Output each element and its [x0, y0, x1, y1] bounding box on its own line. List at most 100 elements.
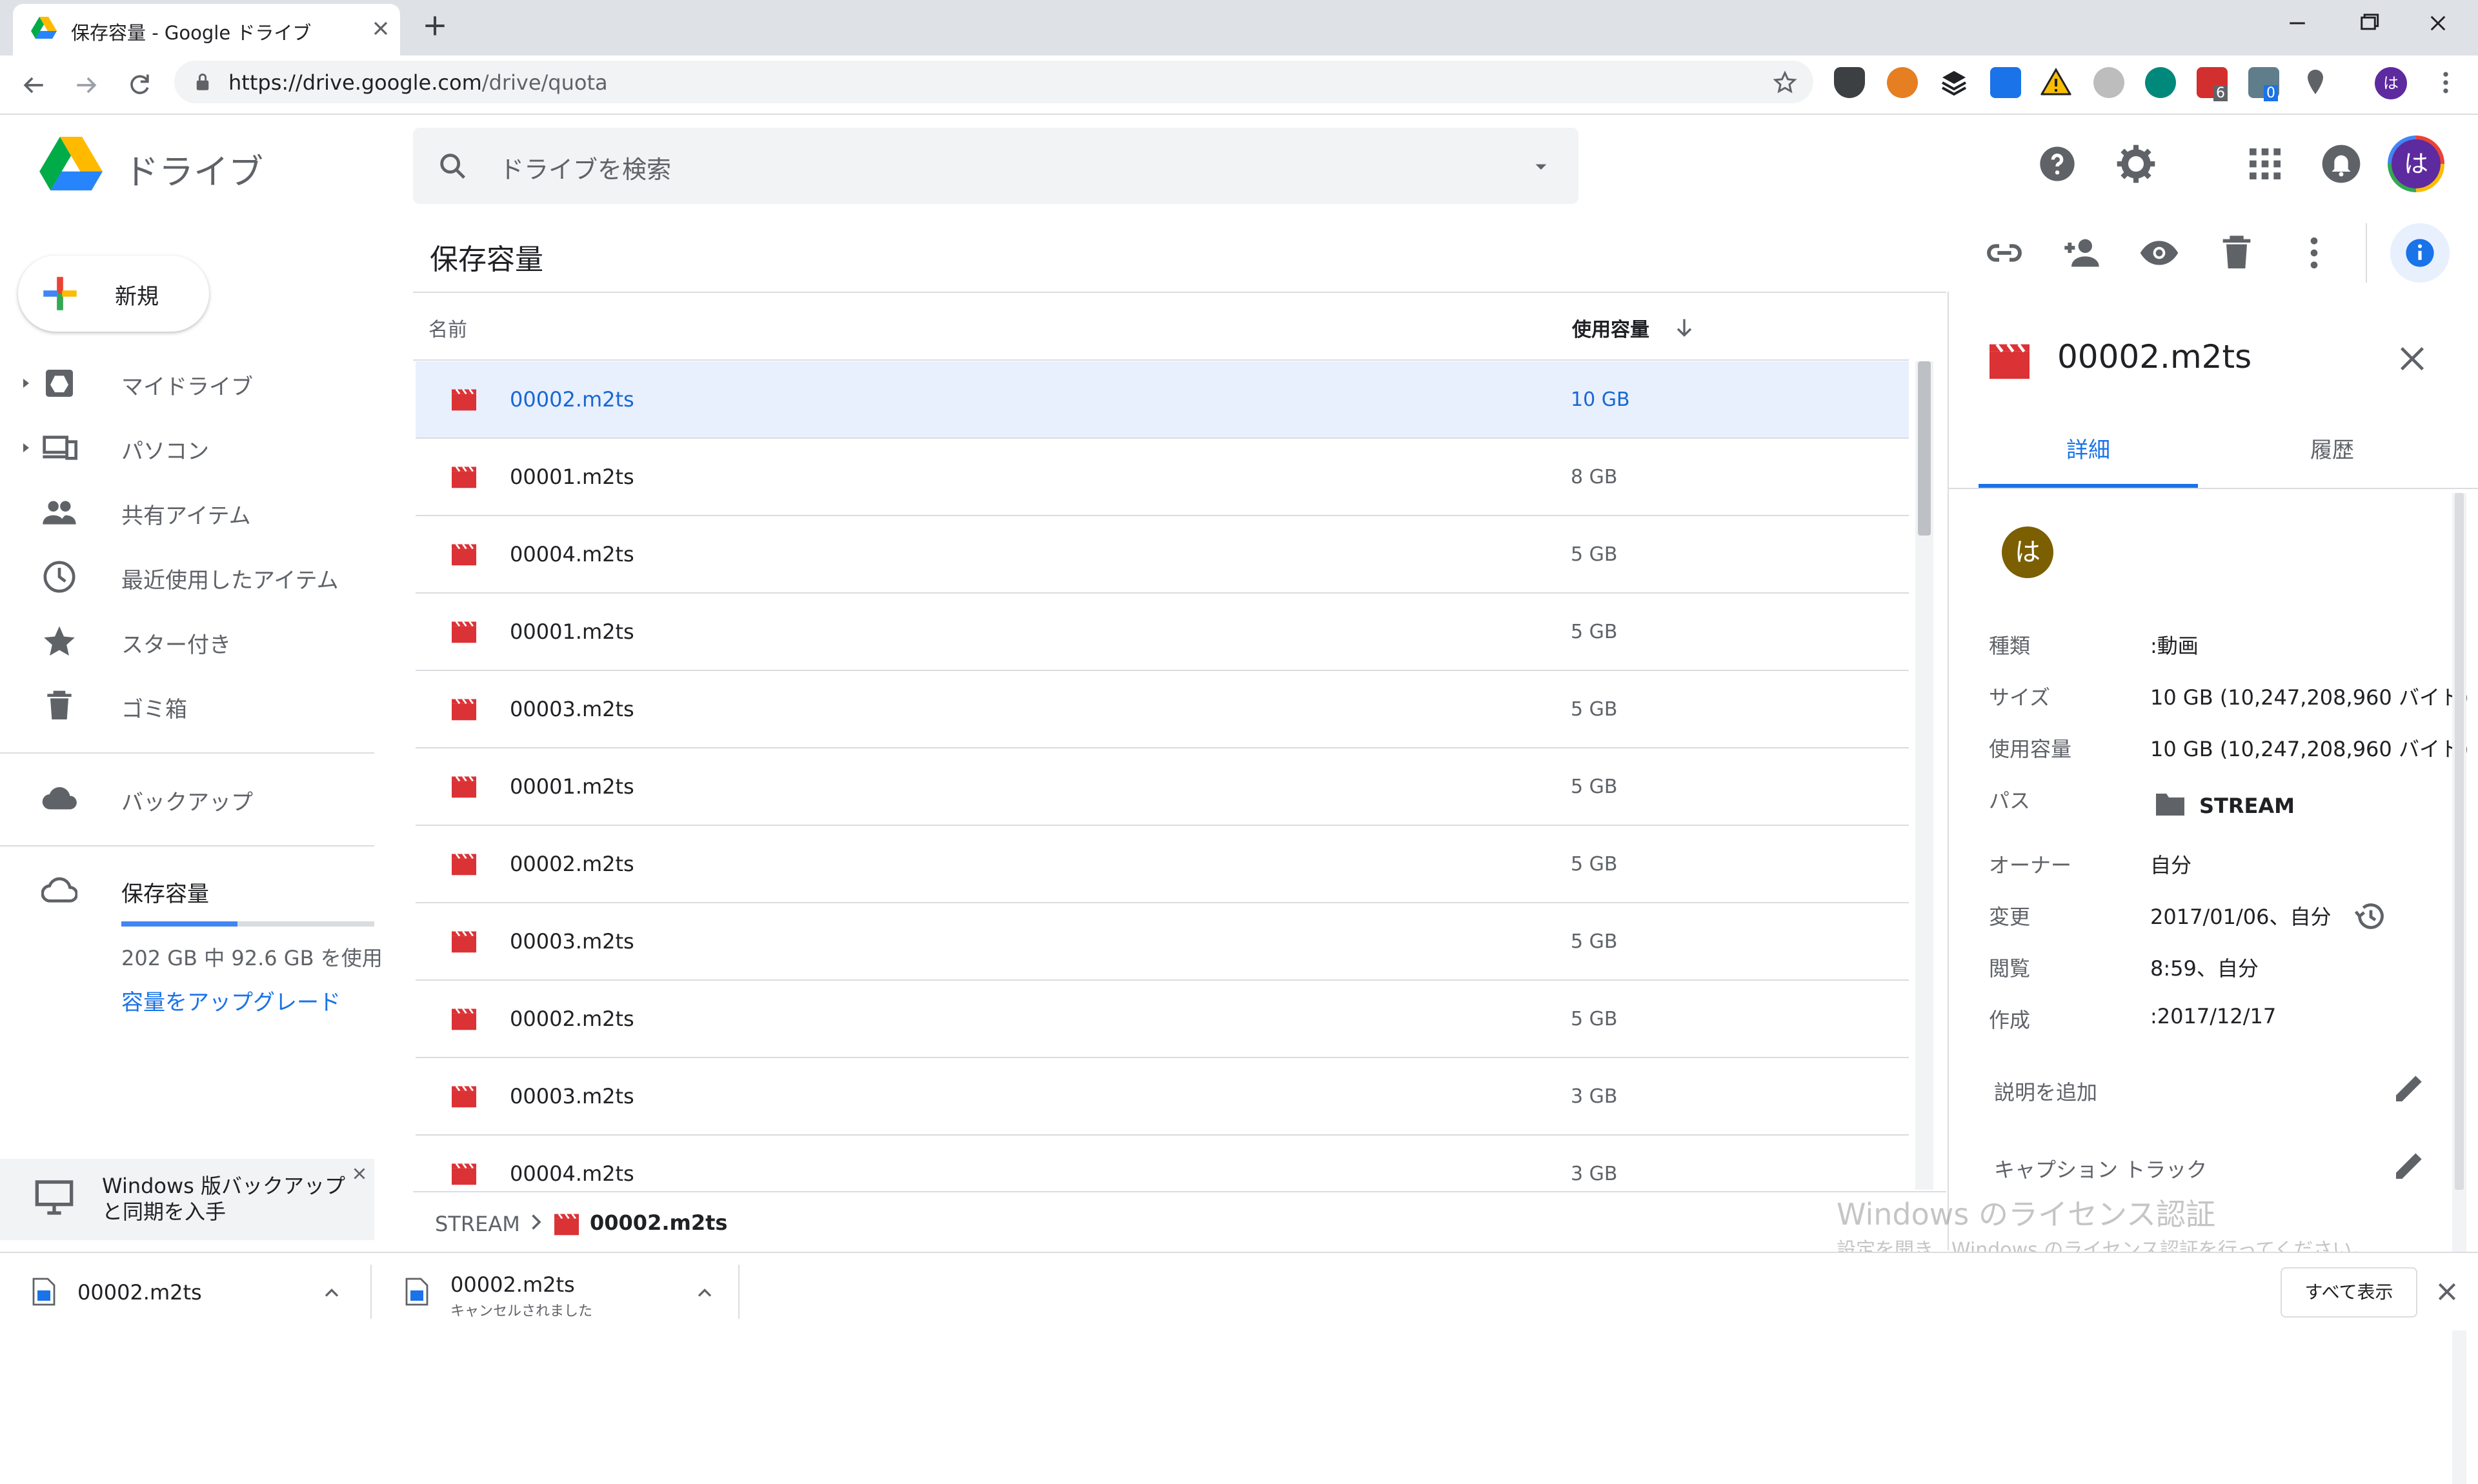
- search-placeholder: ドライブを検索: [499, 155, 672, 184]
- backup-sync-promo[interactable]: Windows 版バックアップ と同期を入手: [0, 1159, 374, 1240]
- get-link-icon[interactable]: [1984, 232, 2025, 274]
- add-description-field[interactable]: 説明を追加: [1994, 1076, 2097, 1106]
- globe-extension-icon[interactable]: [2093, 67, 2124, 98]
- profile-avatar[interactable]: は: [2375, 67, 2407, 99]
- file-storage-used: 5 GB: [1571, 930, 1618, 953]
- pocket-extension-icon[interactable]: [1834, 67, 1865, 98]
- forward-icon[interactable]: [72, 71, 101, 99]
- window-close-icon[interactable]: [2419, 9, 2457, 37]
- prop-location-value[interactable]: STREAM: [2199, 794, 2295, 818]
- sort-descending-arrow-icon[interactable]: [1671, 315, 1697, 341]
- breadcrumb-current-file[interactable]: 00002.m2ts: [590, 1210, 727, 1235]
- drive-logo-icon[interactable]: [39, 137, 103, 194]
- location-pin-icon[interactable]: [2300, 67, 2331, 98]
- file-row[interactable]: 00003.m2ts 3 GB: [416, 1058, 1909, 1136]
- column-header-storage-used[interactable]: 使用容量: [1572, 314, 1649, 342]
- warning-extension-icon[interactable]: [2040, 67, 2071, 98]
- download-item[interactable]: 00002.m2ts: [0, 1253, 368, 1330]
- sidebar-item-shared[interactable]: 共有アイテム: [0, 481, 374, 543]
- sidebar-item-label: 保存容量: [121, 881, 209, 907]
- plus-icon[interactable]: [421, 12, 449, 40]
- expand-caret-icon[interactable]: [18, 440, 34, 456]
- tab-activity[interactable]: 履歴: [2222, 432, 2442, 464]
- video-file-icon: [450, 697, 478, 721]
- search-icon[interactable]: [436, 150, 470, 183]
- file-name: 00003.m2ts: [510, 929, 634, 954]
- tab-details[interactable]: 詳細: [1979, 432, 2198, 464]
- details-scrollbar-thumb[interactable]: [2455, 493, 2464, 1190]
- show-all-downloads-button[interactable]: すべて表示: [2281, 1267, 2417, 1318]
- more-actions-icon[interactable]: [2293, 232, 2335, 274]
- preview-eye-icon[interactable]: [2139, 232, 2180, 274]
- expand-caret-icon[interactable]: [18, 376, 34, 391]
- trash-icon: [47, 690, 72, 719]
- sidebar-item-computers[interactable]: パソコン: [0, 417, 374, 479]
- owner-avatar[interactable]: は: [2002, 526, 2053, 578]
- share-add-person-icon[interactable]: [2061, 232, 2102, 274]
- account-avatar[interactable]: は: [2388, 135, 2444, 192]
- file-row[interactable]: 00002.m2ts 5 GB: [416, 981, 1909, 1058]
- caption-tracks-field[interactable]: キャプション トラック: [1994, 1154, 2207, 1183]
- sidebar-item-recent[interactable]: 最近使用したアイテム: [0, 546, 374, 608]
- browser-tab[interactable]: 保存容量 - Google ドライブ: [13, 4, 400, 55]
- edit-pencil-icon[interactable]: [2392, 1147, 2428, 1183]
- file-row[interactable]: 00001.m2ts 8 GB: [416, 439, 1909, 516]
- file-row[interactable]: 00003.m2ts 5 GB: [416, 903, 1909, 981]
- back-icon[interactable]: [19, 71, 48, 99]
- file-row[interactable]: 00003.m2ts 5 GB: [416, 671, 1909, 748]
- file-row[interactable]: 00001.m2ts 5 GB: [416, 594, 1909, 671]
- breadcrumb: STREAM 00002.m2ts: [413, 1191, 1946, 1253]
- remove-trash-icon[interactable]: [2216, 232, 2257, 274]
- details-scrollbar[interactable]: [2452, 493, 2466, 1484]
- prop-opened-label: 閲覧: [1989, 956, 2031, 981]
- restore-icon[interactable]: [2349, 9, 2388, 37]
- sidebar-item-storage[interactable]: 保存容量: [0, 859, 374, 921]
- search-options-icon[interactable]: [1528, 154, 1554, 179]
- version-history-icon[interactable]: [2353, 898, 2389, 934]
- list-scrollbar-thumb[interactable]: [1918, 361, 1931, 536]
- box-extension-icon[interactable]: 0: [2248, 67, 2279, 101]
- layers-extension-icon[interactable]: [1939, 67, 1969, 98]
- tab-close-icon[interactable]: [369, 17, 392, 40]
- chevron-up-icon[interactable]: [693, 1281, 716, 1305]
- search-input[interactable]: ドライブを検索: [413, 128, 1578, 204]
- browser-menu-icon[interactable]: [2432, 68, 2460, 97]
- file-row[interactable]: 00001.m2ts 5 GB: [416, 748, 1909, 826]
- column-header-name[interactable]: 名前: [428, 314, 467, 342]
- minimize-icon[interactable]: [2278, 9, 2317, 37]
- new-button[interactable]: 新規: [18, 256, 209, 332]
- notifications-bell-icon[interactable]: [2321, 143, 2362, 185]
- settings-gear-icon[interactable]: [2115, 143, 2157, 185]
- promo-close-icon[interactable]: [351, 1165, 368, 1182]
- sidebar-item-backup[interactable]: バックアップ: [0, 768, 374, 830]
- bookmark-star-icon[interactable]: [1772, 70, 1798, 95]
- check-extension-icon[interactable]: [1990, 67, 2021, 98]
- file-row[interactable]: 00004.m2ts 5 GB: [416, 516, 1909, 594]
- download-item[interactable]: 00002.m2ts キャンセルされました: [373, 1253, 741, 1330]
- list-scrollbar[interactable]: [1915, 361, 1933, 1190]
- details-toggle-button[interactable]: [2390, 223, 2450, 283]
- apps-grid-icon[interactable]: [2244, 143, 2286, 185]
- file-row[interactable]: 00002.m2ts 5 GB: [416, 826, 1909, 903]
- help-icon[interactable]: [2037, 143, 2078, 185]
- extension-orange-icon[interactable]: [1887, 67, 1918, 98]
- reload-icon[interactable]: [125, 71, 154, 99]
- sidebar-item-starred[interactable]: スター付き: [0, 610, 374, 672]
- video-file-icon: [450, 852, 478, 876]
- upgrade-storage-link[interactable]: 容量をアップグレード: [121, 985, 341, 1016]
- r-extension-icon[interactable]: 6: [2197, 67, 2228, 101]
- address-bar[interactable]: https://drive.google.com/drive/quota: [174, 61, 1813, 103]
- sidebar-item-my-drive[interactable]: マイドライブ: [0, 352, 374, 414]
- file-name: 00001.m2ts: [510, 774, 634, 799]
- file-row[interactable]: 00002.m2ts 10 GB: [416, 361, 1909, 439]
- breadcrumb-parent-folder[interactable]: STREAM: [435, 1212, 520, 1236]
- edit-pencil-icon[interactable]: [2392, 1070, 2428, 1106]
- chevron-up-icon[interactable]: [320, 1281, 343, 1305]
- close-icon[interactable]: [2394, 341, 2430, 377]
- prop-owner-value: 自分: [2150, 853, 2192, 877]
- m-extension-icon[interactable]: [2145, 67, 2176, 98]
- close-download-shelf-icon[interactable]: [2434, 1279, 2460, 1305]
- sidebar-item-trash[interactable]: ゴミ箱: [0, 675, 374, 737]
- prop-size-value: 10 GB (10,247,208,960 バイト): [2150, 685, 2469, 710]
- file-row[interactable]: 00004.m2ts 3 GB: [416, 1136, 1909, 1190]
